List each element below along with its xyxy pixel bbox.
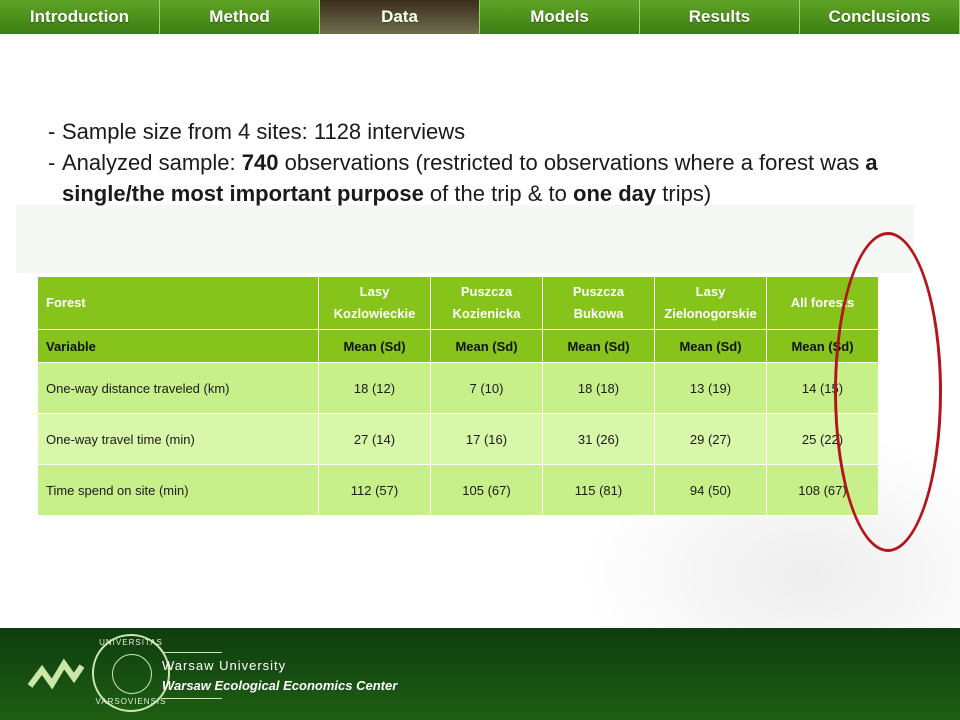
tab-introduction[interactable]: Introduction (0, 0, 160, 34)
row-label: One-way distance traveled (km) (37, 362, 319, 414)
tab-label: Data (381, 7, 418, 26)
bullet-text-part: of the trip & to (423, 181, 573, 206)
tab-label: Results (688, 7, 751, 26)
tab-label: Method (209, 7, 270, 26)
seal-text-bottom: VARSOVIENSIS (95, 697, 167, 706)
header-col: Puszcza Bukowa (542, 276, 655, 330)
cell: 29 (27) (654, 413, 767, 465)
tab-method[interactable]: Method (160, 0, 320, 34)
bullet-bold-day: one day (573, 181, 657, 206)
header-col: Lasy Zielonogorskie (654, 276, 767, 330)
table-subheader-row: Variable Mean (Sd) Mean (Sd) Mean (Sd) M… (37, 329, 879, 363)
bullet-text-part: Analyzed sample: (62, 150, 242, 175)
header-col: Lasy Kozlowieckie (318, 276, 431, 330)
header-forest: Forest (37, 276, 319, 330)
cell: 27 (14) (318, 413, 431, 465)
bullet-list: - Sample size from 4 sites: 1128 intervi… (48, 116, 918, 209)
bullet-bold-count: 740 (241, 150, 279, 175)
bullet-dash: - (48, 119, 56, 144)
forest-stats-table: Forest Lasy Kozlowieckie Puszcza Kozienick… (37, 276, 879, 516)
tab-label: Conclusions (828, 7, 931, 26)
subheader-stat: Mean (Sd) (318, 329, 431, 363)
table-header-row: Forest Lasy Kozlowieckie Puszcza Kozienick… (37, 276, 879, 330)
table-row: Time spend on site (min) 112 (57) 105 (6… (37, 464, 879, 516)
footer-divider (162, 652, 222, 653)
row-label: One-way travel time (min) (37, 413, 319, 465)
highlight-ellipse (834, 232, 942, 552)
header-line: Bukowa (573, 306, 624, 321)
subheader-variable: Variable (37, 329, 319, 363)
subheader-stat: Mean (Sd) (430, 329, 543, 363)
header-line: Kozlowieckie (333, 306, 416, 321)
background-band (16, 205, 914, 273)
bullet-text-part: observations (restricted to observations… (278, 150, 866, 175)
header-line: Puszcza (460, 284, 513, 299)
footer-divider (162, 698, 222, 699)
seal-text-top: UNIVERSITAS (99, 638, 163, 647)
cell: 13 (19) (654, 362, 767, 414)
header-line: Zielonogorskie (664, 306, 757, 321)
bullet-sample-size: - Sample size from 4 sites: 1128 intervi… (48, 116, 918, 147)
tab-results[interactable]: Results (640, 0, 800, 34)
subheader-stat: Mean (Sd) (654, 329, 767, 363)
bullet-text: Sample size from 4 sites: 1128 interview… (62, 119, 466, 144)
tab-models[interactable]: Models (480, 0, 640, 34)
table-row: One-way distance traveled (km) 18 (12) 7… (37, 362, 879, 414)
row-label: Time spend on site (min) (37, 464, 319, 516)
cell: 17 (16) (430, 413, 543, 465)
zigzag-logo-icon (28, 658, 84, 690)
tab-conclusions[interactable]: Conclusions (800, 0, 960, 34)
bullet-dash: - (48, 150, 56, 175)
cell: 115 (81) (542, 464, 655, 516)
cell: 105 (67) (430, 464, 543, 516)
tab-label: Models (530, 7, 589, 26)
footer-university: Warsaw University (162, 658, 287, 673)
subheader-stat: Mean (Sd) (542, 329, 655, 363)
header-line: Lasy (695, 284, 726, 299)
top-nav: Introduction Method Data Models Results … (0, 0, 960, 34)
header-line: Kozienicka (452, 306, 521, 321)
university-seal-icon: UNIVERSITAS VARSOVIENSIS (92, 634, 170, 712)
cell: 7 (10) (430, 362, 543, 414)
header-line: Lasy (359, 284, 390, 299)
cell: 18 (12) (318, 362, 431, 414)
table-row: One-way travel time (min) 27 (14) 17 (16… (37, 413, 879, 465)
cell: 94 (50) (654, 464, 767, 516)
header-line: Puszcza (572, 284, 625, 299)
cell: 31 (26) (542, 413, 655, 465)
bullet-analyzed-sample: - Analyzed sample: 740 observations (res… (48, 147, 918, 209)
header-col: Puszcza Kozienicka (430, 276, 543, 330)
bullet-text-part: trips) (656, 181, 712, 206)
footer-center-name: Warsaw Ecological Economics Center (162, 678, 398, 693)
tab-label: Introduction (29, 7, 130, 26)
seal-eagle-icon (112, 654, 152, 694)
footer-bar: UNIVERSITAS VARSOVIENSIS Warsaw Universi… (0, 628, 960, 720)
tab-data[interactable]: Data (320, 0, 480, 34)
cell: 18 (18) (542, 362, 655, 414)
cell: 112 (57) (318, 464, 431, 516)
